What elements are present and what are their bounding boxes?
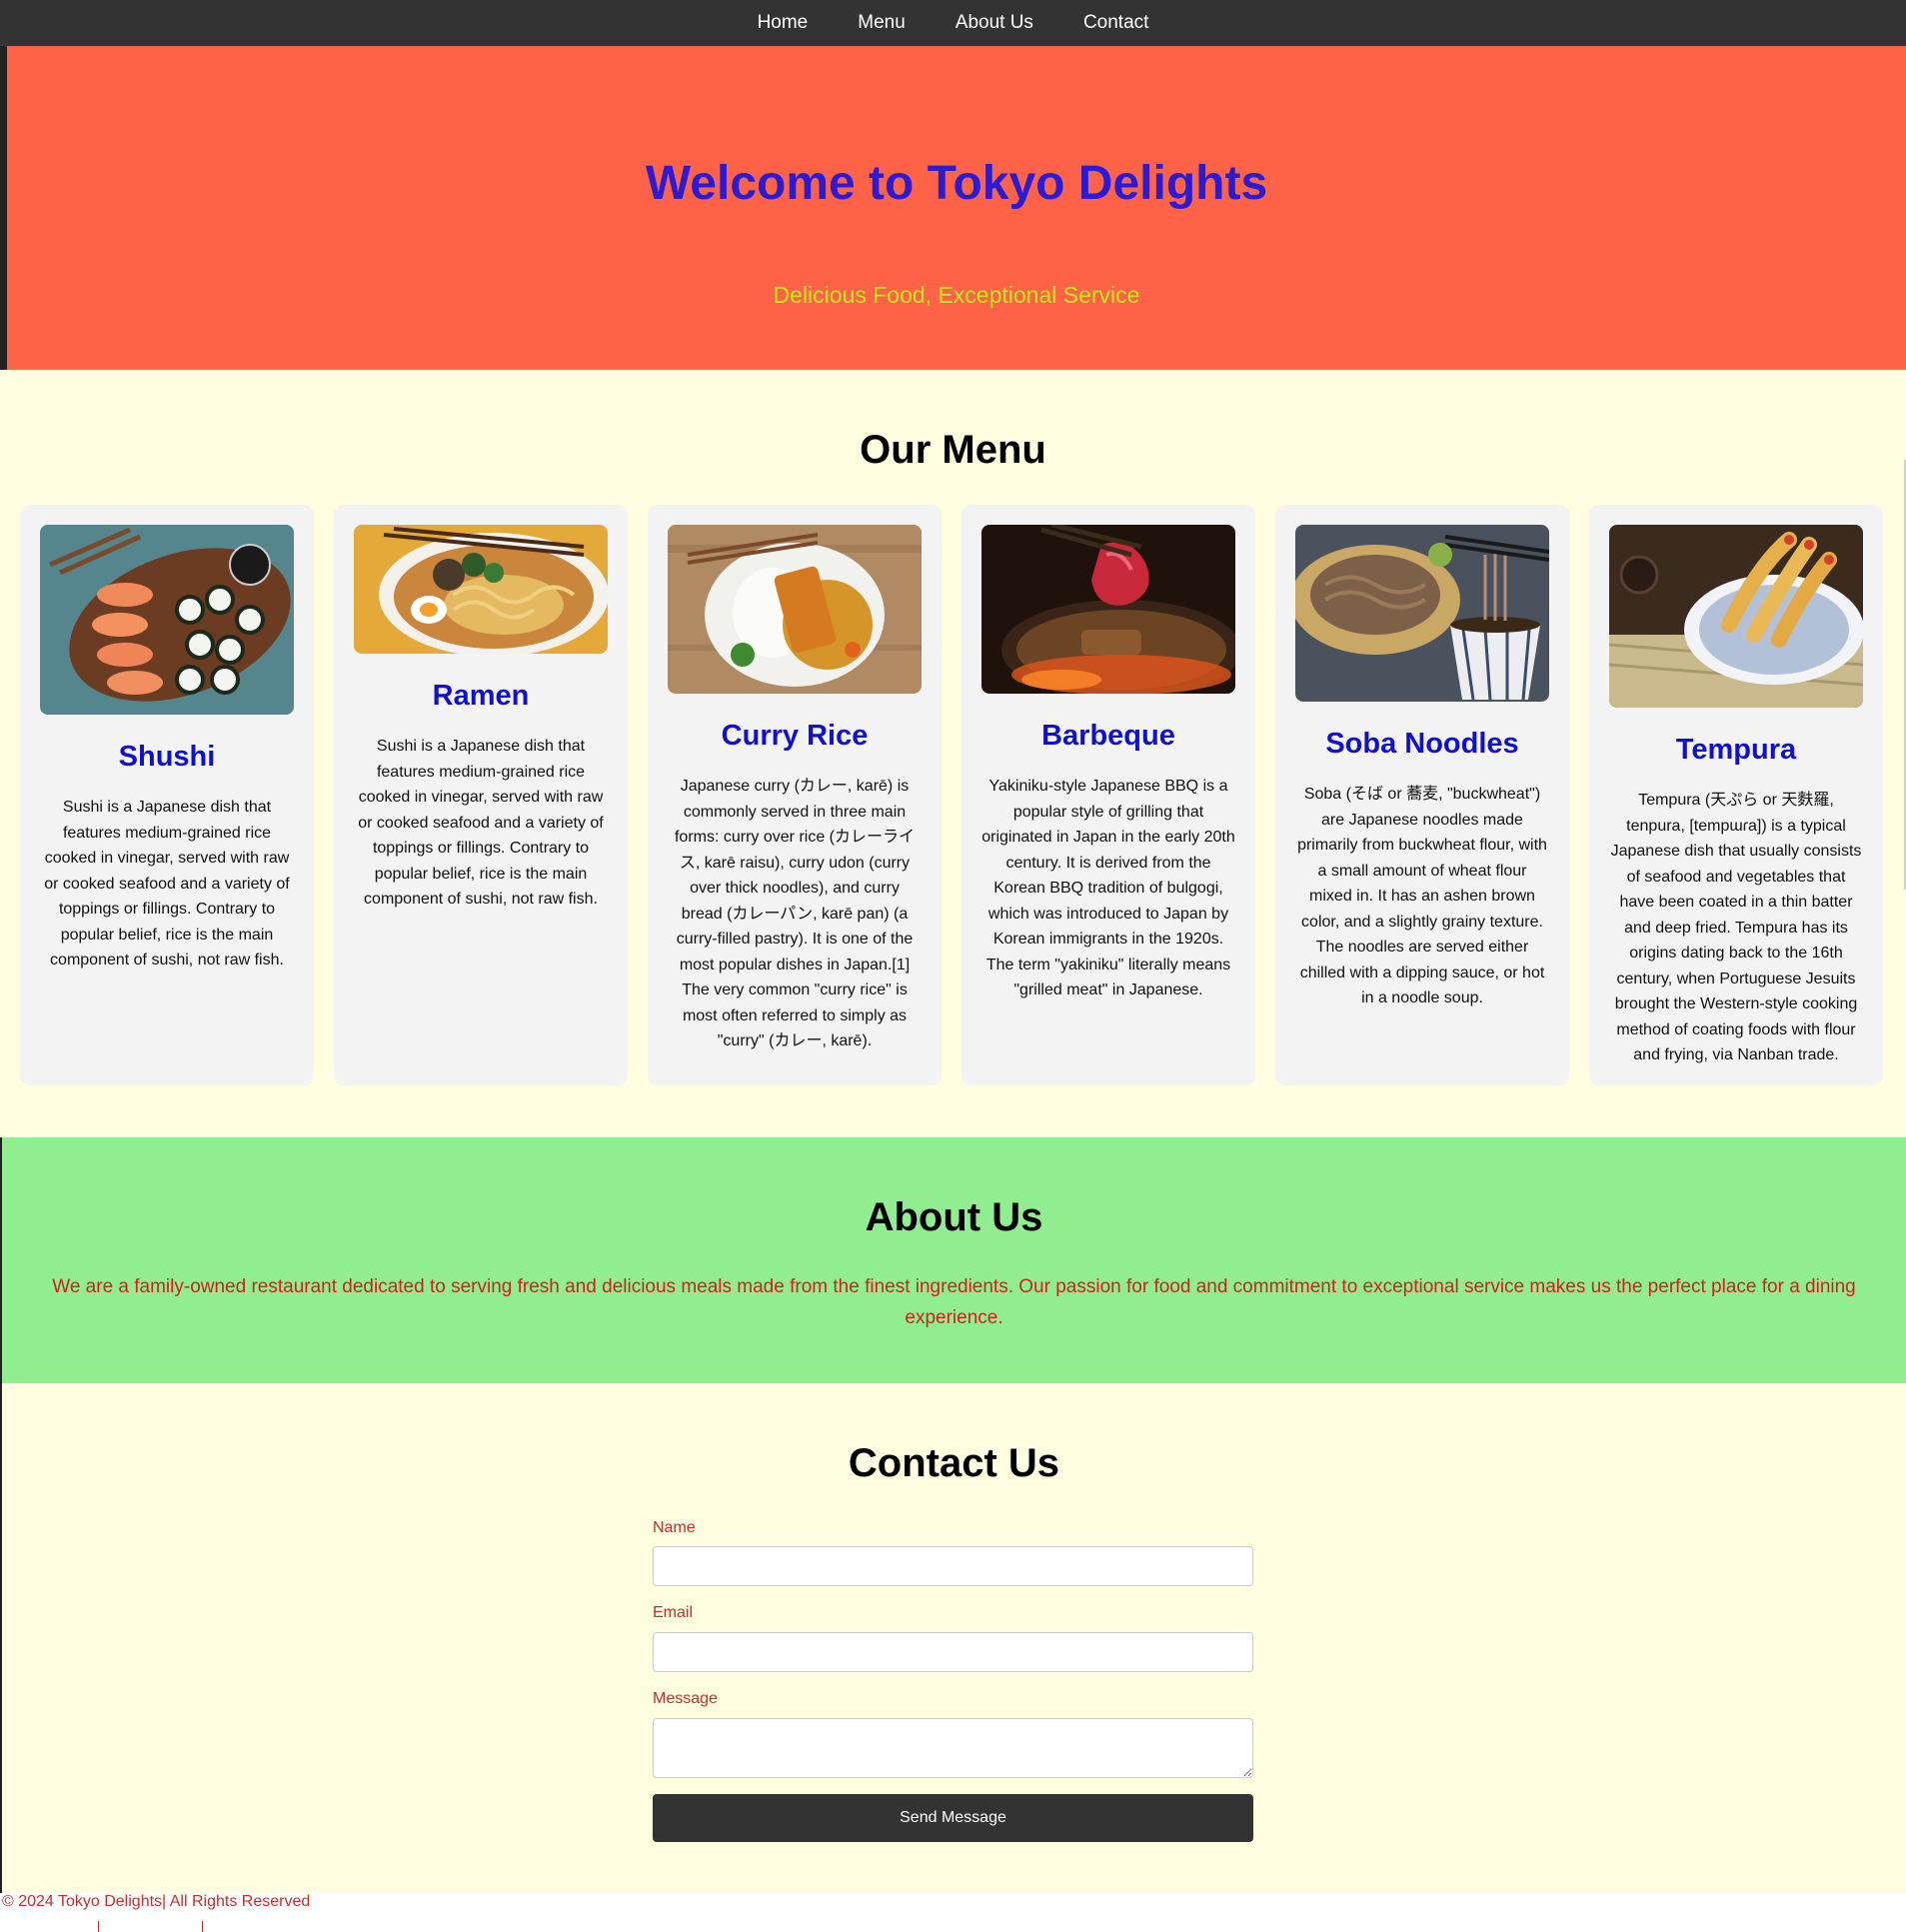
menu-card-tempura: Tempura Tempura (天ぷら or 天麩羅, tenpura, [t… xyxy=(1589,505,1883,1085)
footer-divider xyxy=(202,1921,203,1932)
left-edge-divider xyxy=(0,46,7,370)
curry-rice-photo-icon xyxy=(668,525,922,694)
email-label: Email xyxy=(653,1604,694,1621)
menu-card-title: Shushi xyxy=(118,741,216,773)
menu-card-soba-noodles: Soba Noodles Soba (そば or 蕎麦, "buckwheat"… xyxy=(1275,505,1569,1085)
menu-card-description: Sushi is a Japanese dish that features m… xyxy=(358,738,604,908)
about-heading: About Us xyxy=(865,1195,1043,1239)
menu-card-curry-rice: Curry Rice Japanese curry (カレー, karē) is… xyxy=(648,505,942,1085)
contact-heading: Contact Us xyxy=(848,1441,1060,1485)
nav-link-home[interactable]: Home xyxy=(733,0,834,46)
soba-noodles-photo-icon xyxy=(1295,525,1549,702)
menu-card-description: Tempura (天ぷら or 天麩羅, tenpura, [tempɯɾa])… xyxy=(1610,792,1862,1063)
menu-card-title: Soba Noodles xyxy=(1325,728,1519,760)
name-input[interactable] xyxy=(653,1546,1253,1586)
message-label: Message xyxy=(653,1690,718,1707)
name-label: Name xyxy=(653,1519,696,1536)
menu-card-description: Soba (そば or 蕎麦, "buckwheat") are Japanes… xyxy=(1297,786,1547,1006)
ramen-photo-icon xyxy=(354,525,608,654)
nav-link-contact[interactable]: Contact xyxy=(1058,0,1173,46)
hero-banner: Welcome to Tokyo Delights Delicious Food… xyxy=(7,46,1906,370)
menu-card-title: Tempura xyxy=(1675,734,1797,766)
menu-card-barbeque: Barbeque Yakiniku-style Japanese BBQ is … xyxy=(961,505,1255,1085)
hero-subtitle: Delicious Food, Exceptional Service xyxy=(773,282,1140,308)
footer-copyright: © 2024 Tokyo Delights| All Rights Reserv… xyxy=(2,1893,311,1910)
barbeque-photo-icon xyxy=(981,525,1235,694)
menu-card-ramen: Ramen Sushi is a Japanese dish that feat… xyxy=(334,505,628,1085)
menu-card-description: Sushi is a Japanese dish that features m… xyxy=(44,799,290,968)
footer-divider xyxy=(98,1921,99,1932)
menu-heading: Our Menu xyxy=(860,428,1046,472)
menu-card-sushi: Shushi Sushi is a Japanese dish that fea… xyxy=(20,505,314,1085)
nav-link-about-us[interactable]: About Us xyxy=(931,0,1058,46)
email-input[interactable] xyxy=(653,1632,1253,1672)
menu-card-description: Japanese curry (カレー, karē) is commonly s… xyxy=(674,778,916,1049)
hero-title: Welcome to Tokyo Delights xyxy=(645,157,1268,210)
nav-link-menu[interactable]: Menu xyxy=(833,0,931,46)
message-textarea[interactable] xyxy=(653,1718,1253,1778)
menu-card-description: Yakiniku-style Japanese BBQ is a popular… xyxy=(981,778,1235,998)
menu-card-title: Barbeque xyxy=(1041,720,1175,752)
about-section: About Us We are a family-owned restauran… xyxy=(2,1137,1906,1383)
about-text: We are a family-owned restaurant dedicat… xyxy=(52,1276,1856,1328)
menu-card-title: Curry Rice xyxy=(721,720,869,752)
menu-section: Our Menu Shushi Sushi is a Japanese dish… xyxy=(0,370,1906,1137)
sushi-photo-icon xyxy=(40,525,294,715)
top-navigation: Home Menu About Us Contact xyxy=(0,0,1906,46)
menu-card-title: Ramen xyxy=(432,680,530,712)
tempura-photo-icon xyxy=(1609,525,1863,708)
send-message-button[interactable]: Send Message xyxy=(653,1794,1253,1842)
